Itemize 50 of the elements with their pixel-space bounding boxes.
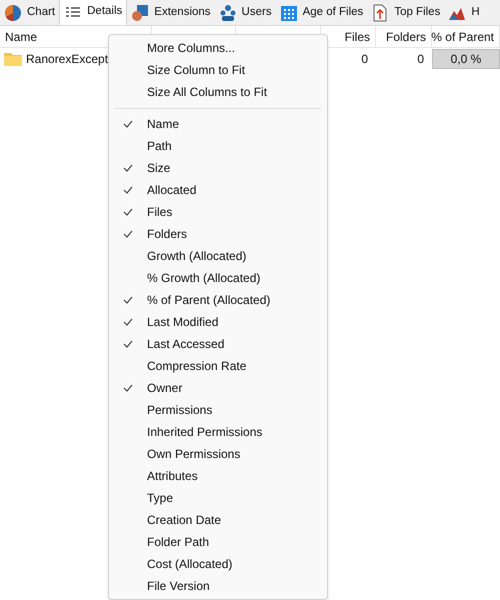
menu-item[interactable]: Growth (Allocated) <box>109 245 327 267</box>
tab-label: Details <box>87 4 122 20</box>
tab[interactable]: Top Files <box>367 1 444 25</box>
file-arrow-icon <box>371 4 390 22</box>
menu-item[interactable]: Last Accessed <box>109 333 327 355</box>
menu-item[interactable]: Cost (Allocated) <box>109 553 327 575</box>
tab-label: Users <box>242 5 272 20</box>
table-cell-text: 0 <box>416 51 425 68</box>
menu-item[interactable]: Size <box>109 157 327 179</box>
tab-label: Extensions <box>154 5 211 20</box>
menu-item[interactable]: Own Permissions <box>109 443 327 465</box>
menu-item[interactable]: Files <box>109 201 327 223</box>
menu-item[interactable]: Path <box>109 135 327 157</box>
menu-item[interactable]: Folder Path <box>109 531 327 553</box>
menu-item[interactable]: Size All Columns to Fit <box>109 81 327 103</box>
menu-item[interactable]: File Version <box>109 575 327 597</box>
menu-item[interactable]: Inherited Permissions <box>109 421 327 443</box>
menu-item[interactable]: Creation Date <box>109 509 327 531</box>
tab[interactable]: Users <box>214 1 276 25</box>
users-icon <box>218 4 237 22</box>
column-header[interactable]: % of Parent <box>432 26 500 47</box>
tab[interactable]: Chart <box>0 1 60 25</box>
menu-item[interactable]: Size Column to Fit <box>109 59 327 81</box>
menu-item[interactable]: Owner <box>109 377 327 399</box>
menu-item[interactable]: % Growth (Allocated) <box>109 267 327 289</box>
folder-icon <box>4 52 22 66</box>
calendar-icon <box>280 4 298 22</box>
menu-item[interactable]: Folders <box>109 223 327 245</box>
menu-item[interactable]: Name <box>109 113 327 135</box>
tab-label: H <box>471 5 480 20</box>
tab-label: Age of Files <box>302 5 364 20</box>
column-header[interactable]: Folders <box>376 26 432 47</box>
tab-label: Top Files <box>394 5 440 20</box>
menu-item[interactable]: % of Parent (Allocated) <box>109 289 327 311</box>
menu-item[interactable]: Permissions <box>109 399 327 421</box>
tab[interactable]: H <box>444 1 484 25</box>
menu-item[interactable]: Last Modified <box>109 311 327 333</box>
table-cell-text: 0 <box>360 51 369 68</box>
menu-item[interactable]: Type <box>109 487 327 509</box>
tab[interactable]: Details <box>59 0 128 25</box>
menu-item[interactable]: Allocated <box>109 179 327 201</box>
tab-label: Chart <box>27 5 56 20</box>
pie-chart-icon <box>4 4 22 22</box>
menu-item[interactable]: Compression Rate <box>109 355 327 377</box>
table-cell-text: RanorexExcepti <box>26 51 111 68</box>
extensions-icon <box>131 4 150 22</box>
menu-item[interactable]: Attributes <box>109 465 327 487</box>
tab[interactable]: Age of Files <box>276 1 368 25</box>
tab[interactable]: Extensions <box>127 1 215 25</box>
percent-bar: 0,0 % <box>432 49 500 69</box>
